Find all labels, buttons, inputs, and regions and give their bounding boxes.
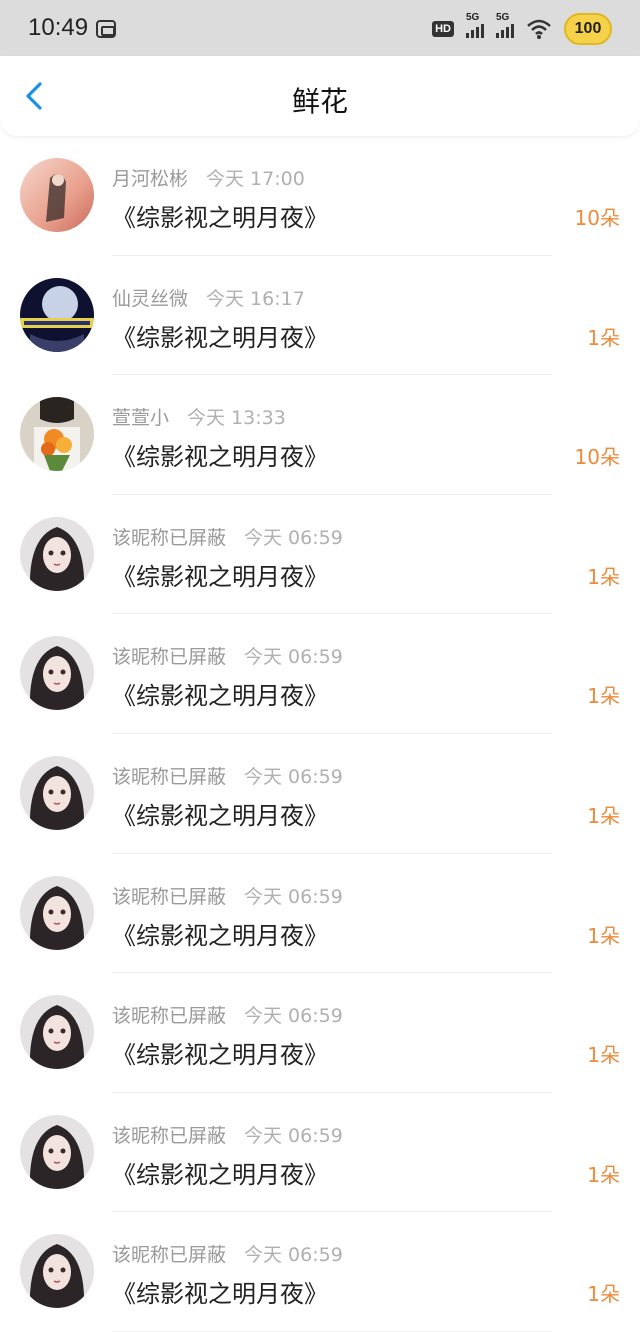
gift-time: 今天 06:59 [244, 1124, 343, 1147]
sender-info: 月河松彬 今天 17:00 [112, 164, 305, 191]
list-item[interactable]: 该昵称已屏蔽 今天 06:59 《综影视之明月夜》 1朵 [0, 854, 640, 974]
sender-name: 萱萱小 [112, 407, 170, 430]
avatar[interactable] [20, 636, 94, 711]
sender-info: 该昵称已屏蔽 今天 06:59 [112, 762, 343, 789]
avatar[interactable] [20, 516, 94, 591]
sender-name: 该昵称已屏蔽 [112, 885, 227, 908]
book-title: 《综影视之明月夜》 [112, 443, 328, 472]
flower-count: 1朵 [587, 684, 620, 709]
sender-info: 该昵称已屏蔽 今天 06:59 [112, 882, 343, 909]
flower-count: 1朵 [587, 1162, 620, 1187]
list-item[interactable]: 该昵称已屏蔽 今天 06:59 《综影视之明月夜》 1朵 [0, 734, 640, 854]
list-item[interactable]: 萱萱小 今天 13:33 《综影视之明月夜》 10朵 [0, 375, 640, 495]
avatar[interactable] [20, 995, 94, 1070]
sender-info: 该昵称已屏蔽 今天 06:59 [112, 642, 343, 669]
status-indicators: HD 5G 5G 100 [432, 10, 612, 48]
avatar[interactable] [20, 397, 94, 472]
list-item[interactable]: 仙灵丝微 今天 16:17 《综影视之明月夜》 1朵 [0, 256, 640, 376]
avatar[interactable] [20, 755, 94, 830]
flower-gift-list: 月河松彬 今天 17:00 《综影视之明月夜》 10朵 仙灵丝微 今天 16:17 … [0, 136, 640, 1332]
gift-time: 今天 17:00 [206, 168, 305, 190]
book-title: 《综影视之明月夜》 [112, 921, 328, 950]
book-title: 《综影视之明月夜》 [112, 323, 328, 352]
sender-info: 该昵称已屏蔽 今天 06:59 [112, 1240, 343, 1267]
list-item[interactable]: 该昵称已屏蔽 今天 06:59 《综影视之明月夜》 1朵 [0, 973, 640, 1093]
cellular-signal-icon-2: 5G [496, 12, 514, 38]
gift-time: 今天 06:59 [244, 646, 343, 669]
gift-time: 今天 06:59 [244, 526, 343, 549]
avatar[interactable] [20, 1234, 94, 1309]
sender-name: 月河松彬 [112, 168, 189, 190]
sender-name: 该昵称已屏蔽 [112, 765, 227, 788]
network-type-label: 5G [496, 12, 510, 23]
sender-info: 仙灵丝微 今天 16:17 [112, 284, 305, 311]
sender-name: 仙灵丝微 [112, 287, 189, 310]
sender-info: 该昵称已屏蔽 今天 06:59 [112, 523, 343, 550]
avatar[interactable] [20, 1114, 94, 1189]
book-title: 《综影视之明月夜》 [112, 1280, 328, 1309]
sender-name: 该昵称已屏蔽 [112, 1124, 227, 1147]
sender-info: 该昵称已屏蔽 今天 06:59 [112, 1121, 343, 1148]
wifi-icon [527, 19, 551, 39]
avatar[interactable] [20, 158, 94, 232]
sender-name: 该昵称已屏蔽 [112, 526, 227, 549]
list-item[interactable]: 该昵称已屏蔽 今天 06:59 《综影视之明月夜》 1朵 [0, 1212, 640, 1332]
book-title: 《综影视之明月夜》 [112, 801, 328, 830]
book-title: 《综影视之明月夜》 [112, 1041, 328, 1070]
list-item[interactable]: 该昵称已屏蔽 今天 06:59 《综影视之明月夜》 1朵 [0, 495, 640, 615]
flower-count: 1朵 [587, 1043, 620, 1068]
cellular-signal-icon-1: 5G [466, 12, 484, 38]
list-item[interactable]: 该昵称已屏蔽 今天 06:59 《综影视之明月夜》 1朵 [0, 1093, 640, 1213]
flower-count: 1朵 [587, 1282, 620, 1307]
gift-time: 今天 06:59 [244, 885, 343, 908]
sender-name: 该昵称已屏蔽 [112, 1244, 227, 1267]
gift-time: 今天 06:59 [244, 765, 343, 788]
avatar[interactable] [20, 875, 94, 950]
sender-name: 该昵称已屏蔽 [112, 1005, 227, 1028]
flower-count: 1朵 [587, 325, 620, 350]
sender-info: 萱萱小 今天 13:33 [112, 403, 286, 430]
gift-time: 今天 13:33 [187, 407, 286, 430]
book-title: 《综影视之明月夜》 [112, 204, 328, 232]
gift-time: 今天 06:59 [244, 1005, 343, 1028]
flower-count: 10朵 [574, 206, 620, 230]
flower-count: 1朵 [587, 923, 620, 948]
battery-indicator: 100 [564, 13, 612, 45]
hd-voice-badge: HD [432, 21, 454, 37]
book-title: 《综影视之明月夜》 [112, 1160, 328, 1189]
book-title: 《综影视之明月夜》 [112, 682, 328, 711]
avatar[interactable] [20, 277, 94, 352]
navigation-bar: 鲜花 [0, 56, 640, 136]
list-item[interactable]: 该昵称已屏蔽 今天 06:59 《综影视之明月夜》 1朵 [0, 614, 640, 734]
list-item[interactable]: 月河松彬 今天 17:00 《综影视之明月夜》 10朵 [0, 136, 640, 256]
flower-count: 10朵 [574, 445, 620, 470]
page-title: 鲜花 [291, 85, 348, 118]
status-bar: 10:49 HD 5G 5G 100 [0, 0, 640, 56]
flower-count: 1朵 [587, 803, 620, 828]
network-type-label: 5G [466, 12, 480, 23]
status-time: 10:49 [28, 14, 89, 41]
gallery-notification-icon [96, 20, 116, 38]
gift-time: 今天 16:17 [206, 287, 305, 310]
book-title: 《综影视之明月夜》 [112, 562, 328, 591]
gift-time: 今天 06:59 [244, 1244, 343, 1267]
sender-info: 该昵称已屏蔽 今天 06:59 [112, 1001, 343, 1028]
flower-count: 1朵 [587, 564, 620, 589]
sender-name: 该昵称已屏蔽 [112, 646, 227, 669]
